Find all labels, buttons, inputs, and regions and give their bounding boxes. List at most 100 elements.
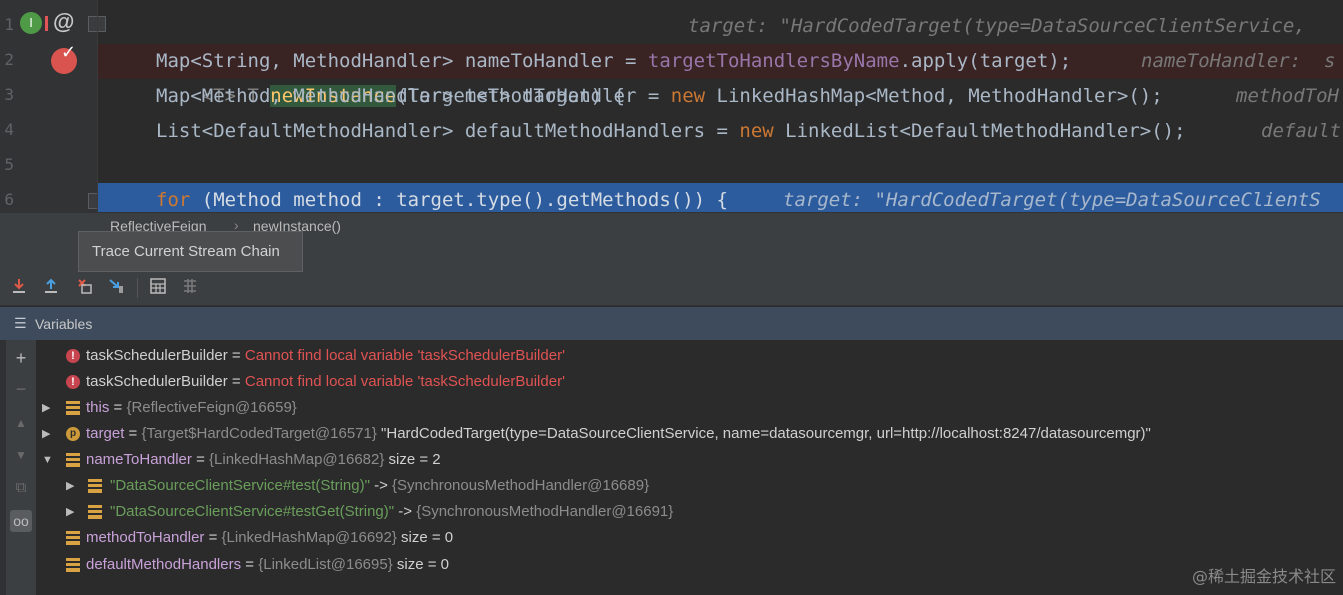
variable-row[interactable]: ▶ this = {ReflectiveFeign@16659} bbox=[36, 395, 1343, 421]
expand-arrow-icon[interactable]: ▶ bbox=[42, 421, 56, 447]
variable-error: Cannot find local variable 'taskSchedule… bbox=[244, 373, 565, 390]
variable-row[interactable]: methodToHandler = {LinkedHashMap@16692} … bbox=[36, 525, 1343, 551]
line-number: 4 bbox=[4, 120, 14, 139]
inline-debug-hint: target: "HardCodedTarget(type=DataSource… bbox=[688, 15, 1306, 37]
variable-name: this bbox=[86, 399, 110, 416]
variable-ref: {SynchronousMethodHandler@16689} bbox=[392, 477, 650, 494]
annotation-icon[interactable]: @ bbox=[53, 9, 74, 35]
remove-watch-icon[interactable]: − bbox=[10, 378, 32, 400]
step-out-icon[interactable] bbox=[40, 277, 62, 299]
inline-debug-hint: target: "HardCodedTarget(type=DataSource… bbox=[783, 189, 1321, 211]
add-watch-icon[interactable]: + bbox=[10, 347, 32, 369]
line-number: 1 bbox=[4, 15, 14, 34]
variable-row[interactable]: defaultMethodHandlers = {LinkedList@1669… bbox=[36, 552, 1343, 578]
variable-name: defaultMethodHandlers bbox=[86, 556, 242, 573]
variable-name: taskSchedulerBuilder bbox=[86, 373, 228, 390]
variable-value: "HardCodedTarget(type=DataSourceClientSe… bbox=[376, 425, 1151, 442]
field-icon bbox=[88, 479, 102, 493]
code-line-6[interactable]: for (Method method : target.type().getMe… bbox=[98, 183, 1343, 212]
variable-equals: = bbox=[204, 529, 222, 546]
field-icon bbox=[88, 505, 102, 519]
variables-header[interactable]: ☰ Variables bbox=[0, 307, 1343, 340]
code-text: List<DefaultMethodHandler> defaultMethod… bbox=[156, 120, 740, 142]
inline-debug-hint: nameToHandler: s bbox=[1141, 50, 1336, 72]
expand-arrow-icon[interactable]: ▶ bbox=[42, 395, 56, 421]
variables-side-toolbar: + − ▲ ▼ ⧉ oo bbox=[6, 340, 36, 595]
expand-arrow-icon[interactable]: ▶ bbox=[66, 499, 80, 525]
copy-icon[interactable]: ⧉ bbox=[10, 477, 32, 499]
code-field: targetToHandlersByName bbox=[647, 50, 900, 72]
step-into-icon[interactable] bbox=[8, 277, 30, 299]
variables-title: Variables bbox=[35, 316, 93, 332]
parameter-icon: p bbox=[66, 427, 80, 441]
variable-equals: = bbox=[241, 556, 259, 573]
trace-stream-icon[interactable] bbox=[179, 277, 201, 299]
field-icon bbox=[66, 558, 80, 572]
show-watches-icon[interactable]: oo bbox=[10, 510, 32, 532]
variable-ref: {LinkedList@16695} bbox=[258, 556, 393, 573]
run-to-cursor-icon[interactable] bbox=[106, 277, 128, 299]
variable-row[interactable]: ! taskSchedulerBuilder = Cannot find loc… bbox=[36, 369, 1343, 395]
code-keyword: new bbox=[670, 85, 706, 107]
code-text: .apply(target); bbox=[899, 50, 1072, 72]
variable-name: target bbox=[86, 425, 125, 442]
variable-name: nameToHandler bbox=[86, 451, 192, 468]
map-entry-row[interactable]: ▶ "DataSourceClientService#test(String)"… bbox=[36, 473, 1343, 499]
inline-debug-hint: default bbox=[1261, 120, 1342, 142]
field-icon bbox=[66, 453, 80, 467]
variable-equals: = bbox=[227, 347, 245, 364]
variable-row[interactable]: ▶ p target = {Target$HardCodedTarget@165… bbox=[36, 421, 1343, 447]
code-editor[interactable]: 1 2 3 4 5 6 I @ ✓ public <T> T newInstan… bbox=[0, 0, 1343, 212]
watermark: @稀土掘金技术社区 bbox=[1191, 567, 1336, 586]
variables-tree[interactable]: ! taskSchedulerBuilder = Cannot find loc… bbox=[36, 340, 1343, 595]
line-number: 3 bbox=[4, 85, 14, 104]
variable-ref: {LinkedHashMap@16682} bbox=[209, 451, 385, 468]
line-number: 6 bbox=[4, 190, 14, 209]
expand-arrow-icon[interactable]: ▶ bbox=[66, 473, 80, 499]
variable-ref: {SynchronousMethodHandler@16691} bbox=[416, 503, 674, 520]
error-icon: ! bbox=[66, 349, 80, 363]
code-keyword: for bbox=[156, 189, 191, 211]
map-key: "DataSourceClientService#testGet(String)… bbox=[110, 503, 395, 520]
debug-toolbar bbox=[0, 269, 1343, 306]
code-text: Map<String, MethodHandler> nameToHandler… bbox=[156, 50, 648, 72]
variable-equals: = bbox=[109, 399, 127, 416]
code-line-3[interactable]: Map<Method, MethodHandler> methodToHandl… bbox=[98, 79, 1343, 114]
collapse-arrow-icon[interactable]: ▼ bbox=[42, 447, 56, 473]
inline-debug-hint: methodToH bbox=[1236, 85, 1339, 107]
map-entry-row[interactable]: ▶ "DataSourceClientService#testGet(Strin… bbox=[36, 499, 1343, 525]
drop-frame-icon[interactable] bbox=[74, 277, 96, 299]
code-text: LinkedHashMap<Method, MethodHandler>(); bbox=[705, 85, 1163, 107]
variable-ref: {ReflectiveFeign@16659} bbox=[126, 399, 297, 416]
tooltip: Trace Current Stream Chain bbox=[78, 231, 303, 272]
variable-equals: = bbox=[227, 373, 245, 390]
code-text: Map<Method, MethodHandler> methodToHandl… bbox=[156, 85, 671, 107]
variable-name: taskSchedulerBuilder bbox=[86, 347, 228, 364]
code-line-2[interactable]: Map<String, MethodHandler> nameToHandler… bbox=[98, 44, 1343, 79]
move-up-icon[interactable]: ▲ bbox=[10, 412, 32, 434]
code-line-4[interactable]: List<DefaultMethodHandler> defaultMethod… bbox=[98, 114, 1343, 149]
variable-name: methodToHandler bbox=[86, 529, 205, 546]
code-text: (Method method : target.type().getMethod… bbox=[190, 189, 728, 211]
code-line-5[interactable] bbox=[98, 149, 1343, 184]
variable-ref: {Target$HardCodedTarget@16571} bbox=[141, 425, 377, 442]
map-key: "DataSourceClientService#test(String)" bbox=[110, 477, 370, 494]
move-down-icon[interactable]: ▼ bbox=[10, 444, 32, 466]
map-arrow: -> bbox=[394, 503, 417, 520]
code-keyword: new bbox=[739, 120, 774, 142]
editor-gutter[interactable]: 1 2 3 4 5 6 I @ ✓ bbox=[0, 0, 106, 212]
variables-icon: ☰ bbox=[14, 315, 27, 331]
variable-equals: = bbox=[124, 425, 142, 442]
variable-size: size = 0 bbox=[392, 556, 450, 573]
error-icon: ! bbox=[66, 375, 80, 389]
evaluate-expression-icon[interactable] bbox=[147, 277, 169, 299]
code-line-1[interactable]: public <T> T newInstance(Target<T> targe… bbox=[98, 9, 1343, 107]
implements-method-icon[interactable]: I bbox=[20, 12, 48, 34]
code-text: LinkedList<DefaultMethodHandler>(); bbox=[773, 120, 1186, 142]
variable-row[interactable]: ▼ nameToHandler = {LinkedHashMap@16682} … bbox=[36, 447, 1343, 473]
variable-equals: = bbox=[191, 451, 210, 468]
variable-error: Cannot find local variable 'taskSchedule… bbox=[244, 347, 565, 364]
line-number: 2 bbox=[4, 50, 14, 69]
variable-row[interactable]: ! taskSchedulerBuilder = Cannot find loc… bbox=[36, 343, 1343, 369]
variable-size: size = 0 bbox=[396, 529, 454, 546]
